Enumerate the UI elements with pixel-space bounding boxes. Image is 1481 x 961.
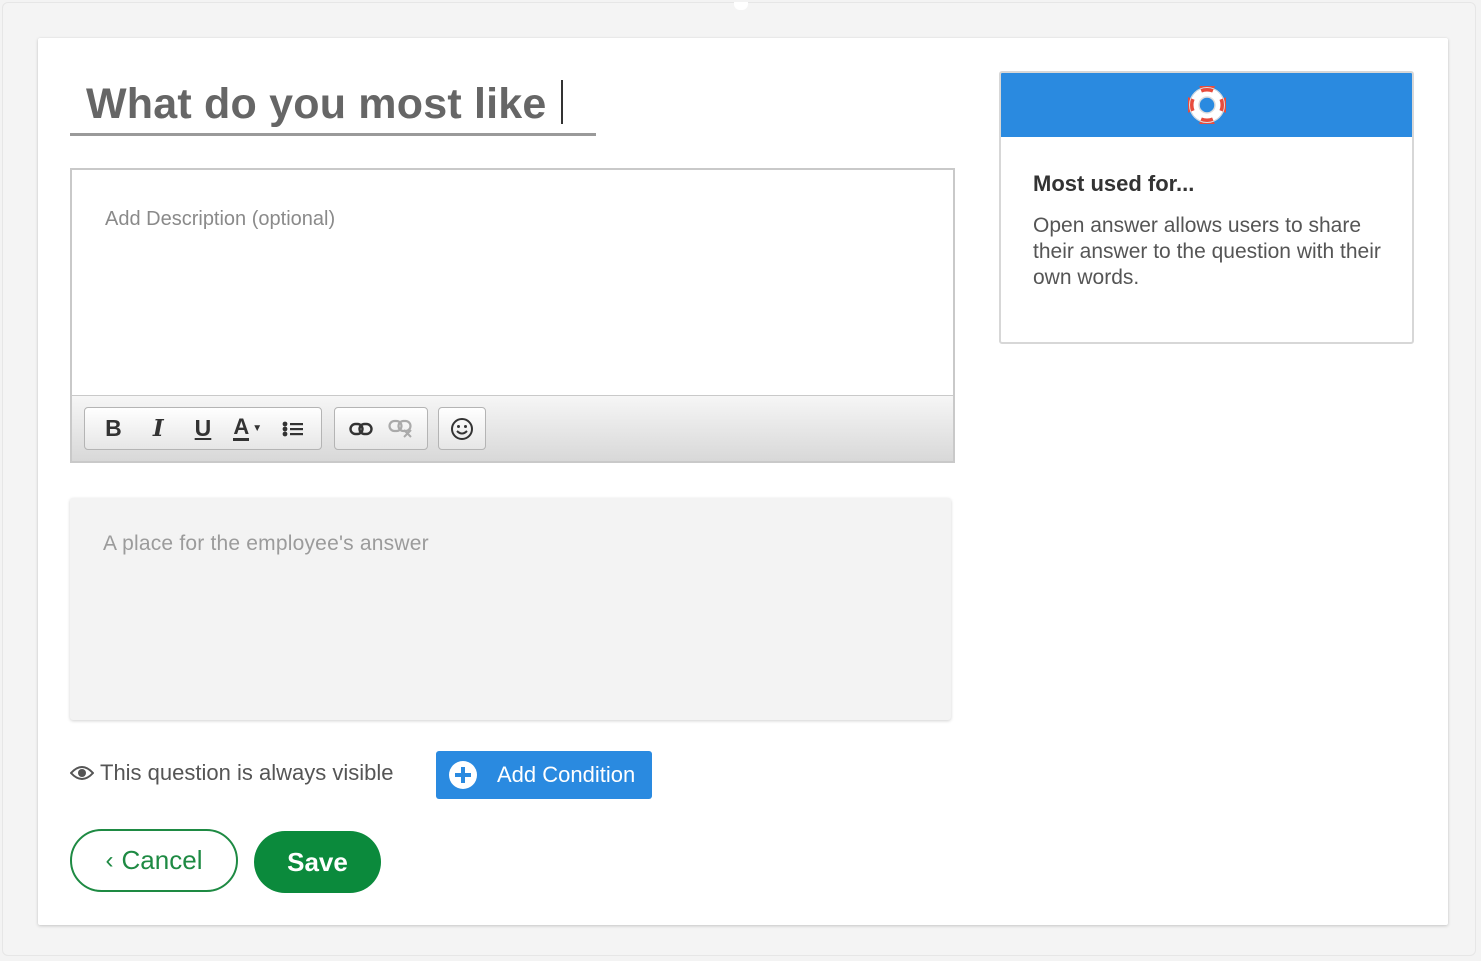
popover-notch — [734, 2, 748, 10]
cancel-button[interactable]: ‹ Cancel — [70, 829, 238, 892]
emoji-button[interactable] — [439, 409, 485, 448]
info-panel-header — [1001, 73, 1412, 137]
italic-button[interactable]: I — [136, 409, 181, 448]
add-condition-label: Add Condition — [497, 762, 636, 787]
answer-preview-box: A place for the employee's answer — [70, 498, 951, 720]
lifebuoy-icon — [1187, 86, 1226, 124]
link-group — [334, 407, 428, 450]
question-editor-card: What do you most like Add Description (o… — [38, 38, 1448, 925]
info-panel-title: Most used for... — [1033, 171, 1195, 196]
description-textarea[interactable]: Add Description (optional) — [72, 170, 953, 396]
description-editor: Add Description (optional) B I U A ▼ — [70, 168, 955, 463]
answer-placeholder: A place for the employee's answer — [103, 532, 429, 555]
eye-icon — [70, 766, 94, 780]
text-caret — [560, 80, 563, 124]
unlink-icon — [388, 419, 412, 438]
question-title-field[interactable]: What do you most like — [70, 78, 596, 136]
emoji-icon — [451, 417, 473, 440]
link-icon — [349, 422, 373, 435]
question-title-text: What do you most like — [86, 80, 547, 128]
bulleted-list-button[interactable] — [270, 409, 315, 448]
font-color-button[interactable]: A ▼ — [225, 409, 270, 448]
formatting-toolbar: B I U A ▼ — [72, 396, 953, 461]
unlink-button[interactable] — [381, 409, 421, 448]
add-condition-button[interactable]: Add Condition — [436, 751, 652, 799]
info-panel-description: Open answer allows users to share their … — [1033, 214, 1381, 289]
font-color-label: A — [233, 414, 250, 441]
question-type-info-panel: Most used for... Open answer allows user… — [999, 71, 1414, 344]
dialog-frame: What do you most like Add Description (o… — [2, 2, 1476, 956]
link-button[interactable] — [341, 409, 381, 448]
visibility-status: This question is always visible — [70, 758, 393, 788]
text-format-group: B I U A ▼ — [84, 407, 322, 450]
visibility-text: This question is always visible — [100, 760, 394, 785]
bold-button[interactable]: B — [91, 409, 136, 448]
question-title-input[interactable]: What do you most like — [86, 80, 563, 129]
cancel-label: Cancel — [121, 845, 203, 875]
emoji-group — [438, 407, 486, 450]
plus-circle-icon — [449, 761, 477, 789]
description-placeholder: Add Description (optional) — [105, 208, 336, 230]
chevron-left-icon: ‹ — [105, 846, 114, 874]
save-button[interactable]: Save — [254, 831, 381, 893]
bulleted-list-icon — [282, 421, 303, 436]
chevron-down-icon: ▼ — [252, 423, 263, 434]
underline-button[interactable]: U — [181, 409, 226, 448]
